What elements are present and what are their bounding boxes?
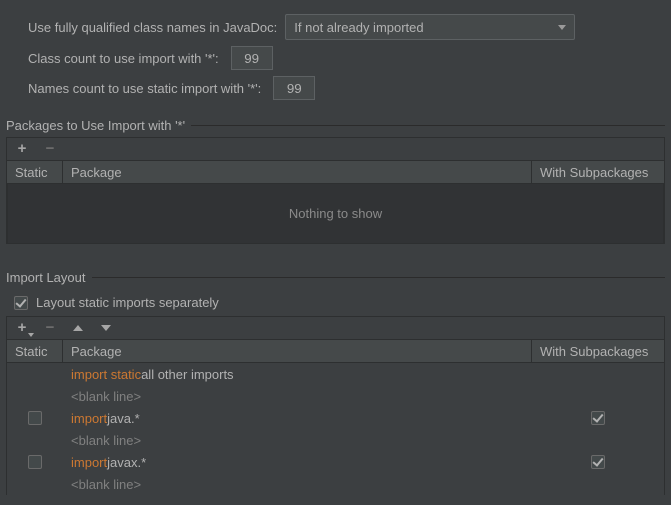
import-keyword: import (71, 455, 107, 470)
layout-section-title: Import Layout (6, 270, 665, 285)
layout-row[interactable]: import static all other imports (7, 363, 664, 385)
layout-row-static-cell (7, 411, 63, 425)
names-count-label: Names count to use static import with '*… (28, 81, 261, 96)
layout-row-sub-checkbox[interactable] (591, 455, 605, 469)
packages-empty-text: Nothing to show (289, 206, 382, 221)
layout-header-package: Package (63, 340, 532, 362)
blank-line-text: <blank line> (71, 389, 141, 404)
layout-panel: Static Package With Subpackages import s… (6, 316, 665, 495)
layout-static-separately-label: Layout static imports separately (36, 295, 219, 310)
layout-rows: import static all other imports<blank li… (7, 363, 664, 495)
layout-row-package-cell: <blank line> (63, 433, 532, 448)
packages-section-title: Packages to Use Import with '*' (6, 118, 665, 133)
names-count-input[interactable] (273, 76, 315, 100)
move-down-icon[interactable] (99, 321, 113, 335)
layout-row-static-cell (7, 455, 63, 469)
import-target: all other imports (141, 367, 233, 382)
import-target: javax.* (107, 455, 146, 470)
chevron-down-icon (558, 25, 566, 30)
add-dropdown-icon[interactable] (15, 321, 29, 335)
layout-table-header: Static Package With Subpackages (7, 339, 664, 363)
layout-row-sub-checkbox[interactable] (591, 411, 605, 425)
packages-header-static: Static (7, 161, 63, 183)
remove-icon[interactable] (43, 142, 57, 156)
javadoc-select-value: If not already imported (294, 20, 423, 35)
layout-row-package-cell: <blank line> (63, 477, 532, 492)
layout-row[interactable]: <blank line> (7, 429, 664, 451)
layout-static-separately-row: Layout static imports separately (6, 289, 665, 316)
layout-row-static-checkbox[interactable] (28, 411, 42, 425)
class-count-label: Class count to use import with '*': (28, 51, 219, 66)
layout-title-text: Import Layout (6, 270, 86, 285)
layout-row-sub-cell (532, 411, 664, 425)
layout-header-static: Static (7, 340, 63, 362)
packages-table-header: Static Package With Subpackages (7, 160, 664, 184)
packages-panel: Static Package With Subpackages Nothing … (6, 137, 665, 244)
layout-row[interactable]: <blank line> (7, 385, 664, 407)
class-count-row: Class count to use import with '*': (28, 46, 665, 70)
layout-row-sub-cell (532, 455, 664, 469)
packages-header-sub: With Subpackages (532, 161, 664, 183)
layout-header-sub: With Subpackages (532, 340, 664, 362)
javadoc-row: Use fully qualified class names in JavaD… (28, 14, 665, 40)
blank-line-text: <blank line> (71, 433, 141, 448)
layout-static-separately-checkbox[interactable] (14, 296, 28, 310)
remove-icon[interactable] (43, 321, 57, 335)
blank-line-text: <blank line> (71, 477, 141, 492)
layout-row-package-cell: import java.* (63, 411, 532, 426)
packages-header-package: Package (63, 161, 532, 183)
layout-row-package-cell: import static all other imports (63, 367, 532, 382)
javadoc-label: Use fully qualified class names in JavaD… (28, 20, 277, 35)
class-count-input[interactable] (231, 46, 273, 70)
names-count-row: Names count to use static import with '*… (28, 76, 665, 100)
packages-title-text: Packages to Use Import with '*' (6, 118, 185, 133)
layout-row-package-cell: <blank line> (63, 389, 532, 404)
layout-row[interactable]: <blank line> (7, 473, 664, 495)
javadoc-select[interactable]: If not already imported (285, 14, 575, 40)
import-target: java.* (107, 411, 140, 426)
divider (92, 277, 666, 278)
divider (191, 125, 665, 126)
move-up-icon[interactable] (71, 321, 85, 335)
layout-row-package-cell: import javax.* (63, 455, 532, 470)
add-icon[interactable] (15, 142, 29, 156)
layout-toolbar (7, 317, 664, 339)
layout-row[interactable]: import java.* (7, 407, 664, 429)
layout-row[interactable]: import javax.* (7, 451, 664, 473)
import-keyword: import static (71, 367, 141, 382)
packages-empty: Nothing to show (7, 184, 664, 244)
layout-row-static-checkbox[interactable] (28, 455, 42, 469)
packages-toolbar (7, 138, 664, 160)
import-keyword: import (71, 411, 107, 426)
